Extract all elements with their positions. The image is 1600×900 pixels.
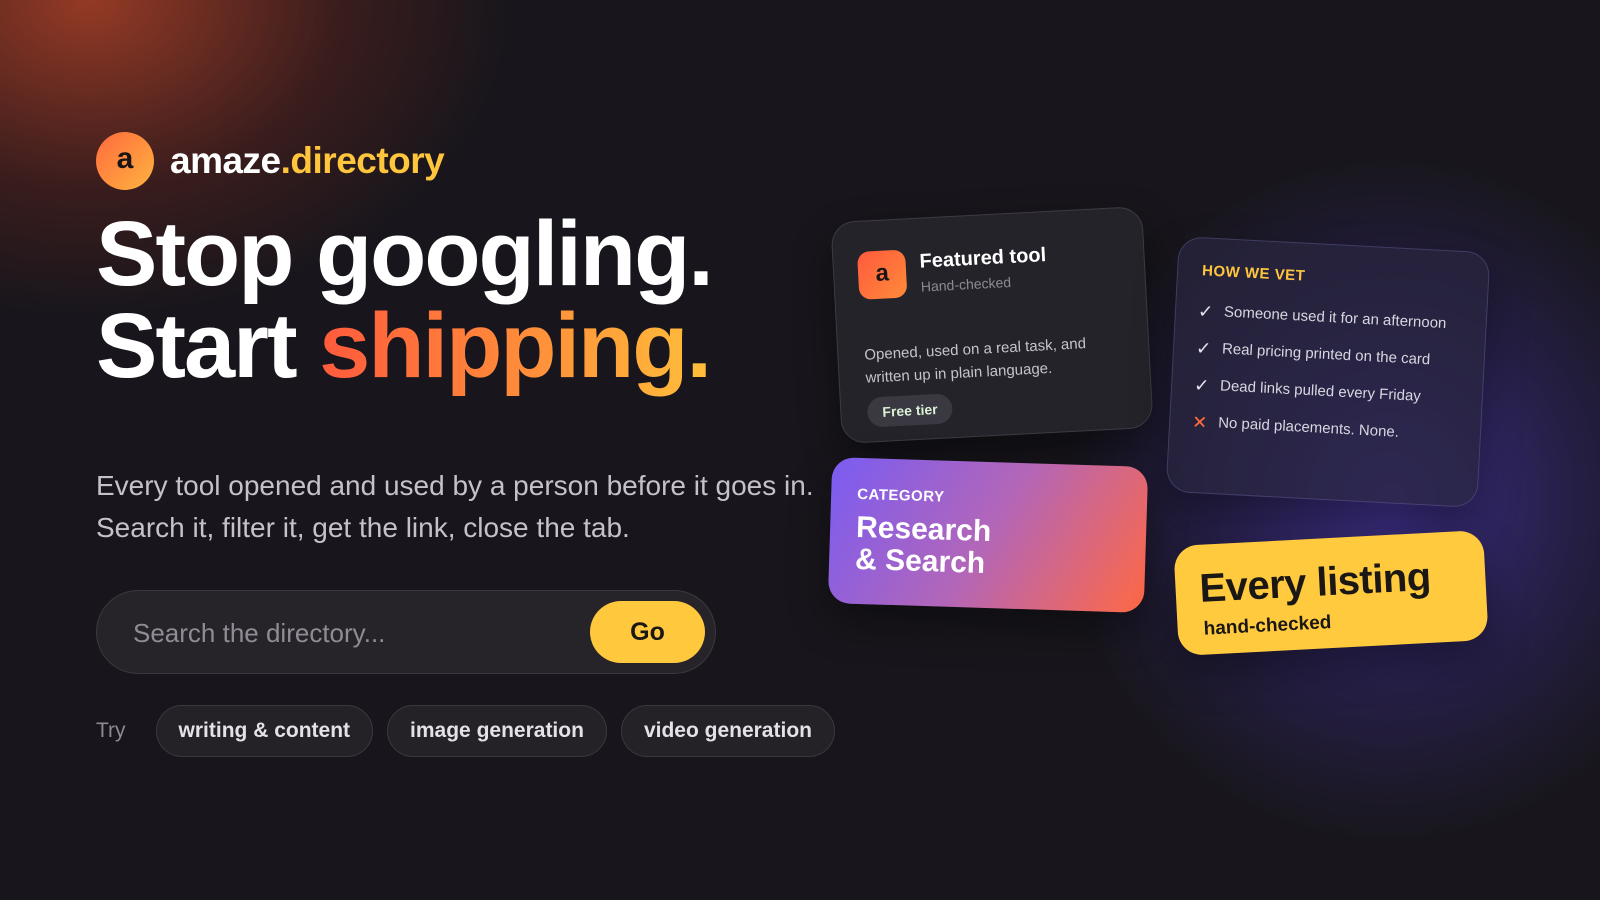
featured-description: Opened, used on a real task, and written… — [863, 335, 1087, 387]
featured-subtitle: Hand-checked — [920, 273, 1012, 295]
try-label: Try — [96, 719, 126, 742]
every-listing-card: Every listing hand-checked — [1173, 529, 1489, 657]
category-name-line-2: & Search — [854, 542, 986, 580]
headline-line-2-plain: Start — [96, 295, 320, 397]
check-icon: ✓ — [1197, 300, 1214, 322]
vet-item-text: Someone used it for an afternoon — [1223, 303, 1447, 333]
chip-writing-content[interactable]: writing & content — [155, 705, 374, 757]
category-card[interactable]: CATEGORY Research & Search — [827, 457, 1149, 613]
featured-logo-icon: a — [856, 249, 908, 300]
headline-accent: shipping. — [319, 295, 712, 397]
vet-item-text: Dead links pulled every Friday — [1219, 377, 1422, 405]
vet-heading: HOW WE VET — [1201, 262, 1306, 285]
headline-line-2: Start shipping. — [96, 300, 712, 392]
vet-list: ✓ Someone used it for an afternoon ✓ Rea… — [1191, 292, 1447, 453]
chip-video-generation[interactable]: video generation — [620, 705, 835, 757]
brand-name-tld: .directory — [280, 140, 445, 181]
category-name: Research & Search — [854, 511, 992, 580]
brand[interactable]: a amaze.directory — [96, 132, 445, 190]
listing-subtitle: hand-checked — [1203, 612, 1332, 640]
page-title: Stop googling. Start shipping. — [96, 203, 714, 392]
headline-line-1: Stop googling. — [96, 203, 714, 305]
check-icon: ✓ — [1195, 337, 1212, 359]
category-label: CATEGORY — [856, 485, 945, 506]
featured-title: Featured tool — [919, 244, 1047, 273]
listing-title: Every listing — [1198, 554, 1432, 611]
vet-item-text: No paid placements. None. — [1217, 414, 1400, 441]
brand-name: amaze.directory — [170, 140, 445, 182]
brand-logo-icon: a — [96, 132, 154, 190]
landing-page: a amaze.directory Stop googling. Start s… — [0, 0, 1600, 900]
check-icon: ✓ — [1193, 374, 1210, 396]
vet-item-text: Real pricing printed on the card — [1221, 340, 1431, 369]
hero-subtitle: Every tool opened and used by a person b… — [96, 470, 814, 543]
go-button[interactable]: Go — [590, 601, 705, 663]
search-input[interactable] — [131, 591, 575, 675]
free-tier-badge: Free tier — [866, 393, 954, 428]
search-bar: Go — [96, 590, 716, 675]
chip-image-generation[interactable]: image generation — [387, 705, 607, 757]
how-we-vet-card: HOW WE VET ✓ Someone used it for an afte… — [1165, 236, 1491, 508]
cross-icon: ✕ — [1191, 411, 1208, 433]
brand-name-main: amaze — [170, 140, 281, 181]
featured-tool-card[interactable]: a Featured tool Hand-checked Opened, use… — [830, 205, 1154, 445]
try-suggestions: Try writing & content image generation v… — [96, 705, 849, 757]
